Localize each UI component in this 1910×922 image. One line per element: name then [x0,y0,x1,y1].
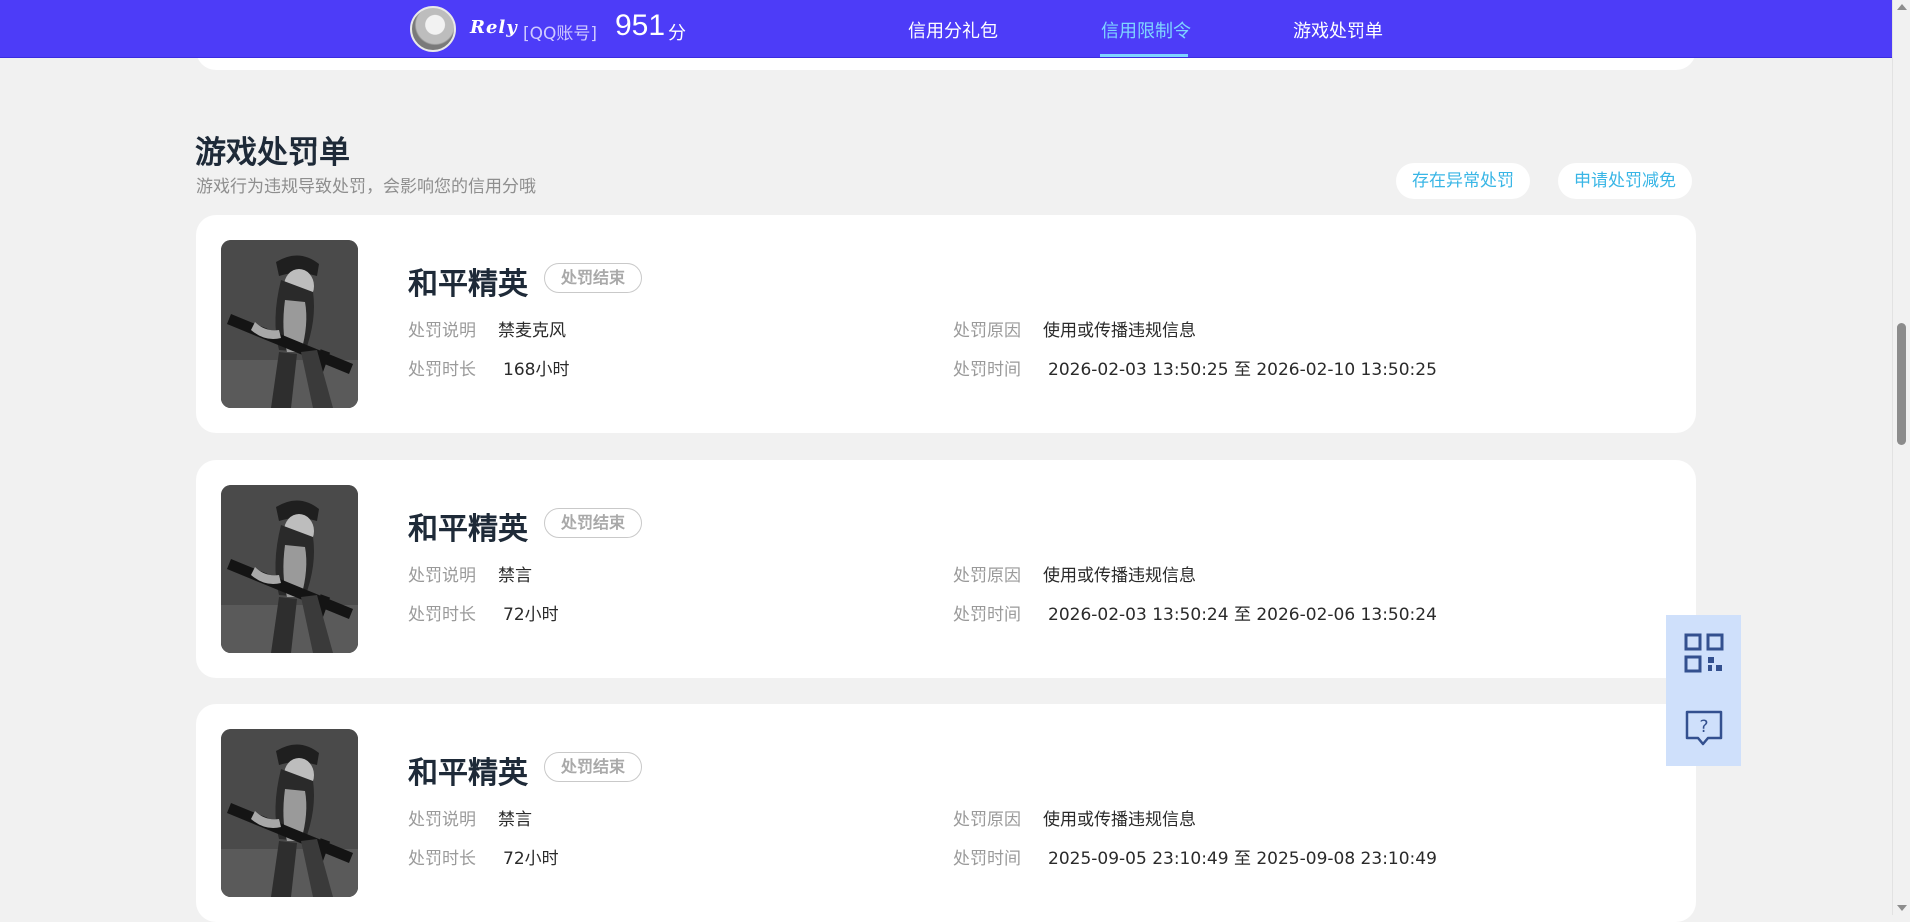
penalty-duration-value: 72小时 [503,849,559,869]
tab-credit-gift[interactable]: 信用分礼包 [908,17,998,43]
penalty-card: 和平精英 处罚结束 处罚说明 禁麦克风 处罚时长 168小时 处罚原因 使用或传… [196,215,1696,433]
account-type-label: [QQ账号] [523,24,598,44]
game-character-icon [221,485,358,653]
penalty-reason-value: 使用或传播违规信息 [1043,810,1196,830]
user-avatar[interactable] [410,6,456,52]
tab-game-penalty[interactable]: 游戏处罚单 [1293,17,1383,43]
penalty-duration-label: 处罚时长 [408,849,476,869]
penalty-duration-label: 处罚时长 [408,360,476,380]
top-nav-bar: Rely [QQ账号] 951 分 信用分礼包 信用限制令 游戏处罚单 [0,0,1892,58]
status-badge: 处罚结束 [544,263,643,293]
help-chat-icon: ? [1685,710,1723,746]
penalty-reason-label: 处罚原因 [953,566,1021,586]
penalty-desc-value: 禁麦克风 [498,321,566,341]
apply-penalty-reduction-button[interactable]: 申请处罚减免 [1558,163,1692,199]
game-cover-image [221,485,358,653]
status-badge: 处罚结束 [544,508,643,538]
help-button[interactable]: ? [1666,690,1741,766]
page-scrollbar[interactable] [1892,0,1910,915]
credit-score-unit: 分 [668,23,686,44]
penalty-time-label: 处罚时间 [953,605,1021,625]
penalty-reason-value: 使用或传播违规信息 [1043,566,1196,586]
penalty-desc-label: 处罚说明 [408,810,476,830]
penalty-time-value: 2026-02-03 13:50:24 至 2026-02-06 13:50:2… [1048,605,1437,625]
penalty-duration-value: 168小时 [503,360,570,380]
game-cover-image [221,240,358,408]
game-name: 和平精英 [408,512,528,547]
game-cover-image [221,729,358,897]
section-subtitle: 游戏行为违规导致处罚，会影响您的信用分哦 [196,177,536,197]
penalty-desc-label: 处罚说明 [408,566,476,586]
active-tab-indicator [1100,54,1188,57]
credit-score-value: 951 [615,9,666,42]
section-title: 游戏处罚单 [195,135,350,171]
penalty-duration-value: 72小时 [503,605,559,625]
penalty-time-label: 处罚时间 [953,849,1021,869]
penalty-desc-value: 禁言 [498,566,532,586]
status-badge: 处罚结束 [544,752,643,782]
penalty-time-value: 2026-02-03 13:50:25 至 2026-02-10 13:50:2… [1048,360,1437,380]
tab-credit-restriction[interactable]: 信用限制令 [1101,17,1191,43]
penalty-reason-label: 处罚原因 [953,321,1021,341]
user-nickname: Rely [470,17,518,38]
scroll-up-icon[interactable] [1897,4,1907,10]
game-character-icon [221,729,358,897]
penalty-desc-label: 处罚说明 [408,321,476,341]
qr-code-icon [1684,633,1724,673]
penalty-card: 和平精英 处罚结束 处罚说明 禁言 处罚时长 72小时 处罚原因 使用或传播违规… [196,460,1696,678]
svg-text:?: ? [1699,717,1708,737]
penalty-time-value: 2025-09-05 23:10:49 至 2025-09-08 23:10:4… [1048,849,1437,869]
penalty-card: 和平精英 处罚结束 处罚说明 禁言 处罚时长 72小时 处罚原因 使用或传播违规… [196,704,1696,922]
game-character-icon [221,240,358,408]
penalty-desc-value: 禁言 [498,810,532,830]
scroll-thumb[interactable] [1897,323,1906,445]
qr-code-button[interactable] [1666,615,1741,691]
report-abnormal-penalty-button[interactable]: 存在异常处罚 [1396,163,1530,199]
penalty-reason-label: 处罚原因 [953,810,1021,830]
game-name: 和平精英 [408,267,528,302]
penalty-time-label: 处罚时间 [953,360,1021,380]
penalty-reason-value: 使用或传播违规信息 [1043,321,1196,341]
penalty-duration-label: 处罚时长 [408,605,476,625]
scroll-down-icon[interactable] [1897,905,1907,911]
game-name: 和平精英 [408,756,528,791]
